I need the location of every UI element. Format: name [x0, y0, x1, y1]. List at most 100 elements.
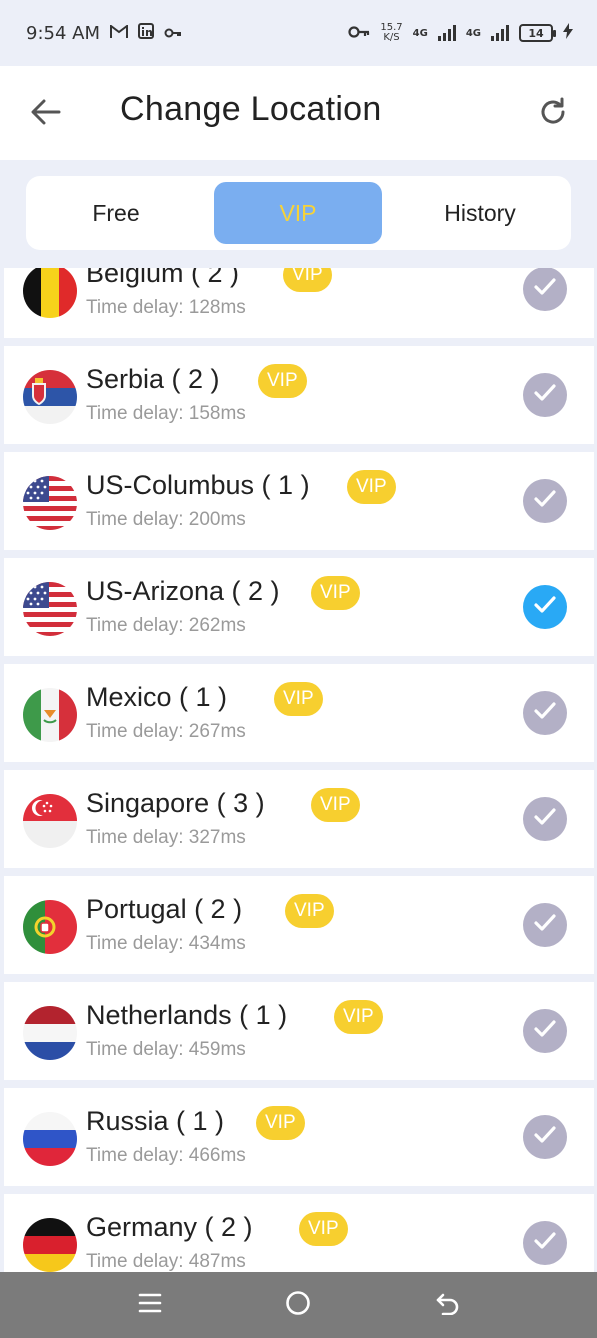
menu-icon — [138, 1291, 162, 1319]
system-back-button[interactable] — [428, 1288, 468, 1322]
server-row[interactable]: Russia ( 1 ) VIP Time delay: 466ms — [4, 1088, 594, 1186]
time-delay: Time delay: 262ms — [86, 615, 246, 636]
portugal-flag-icon — [23, 900, 77, 954]
app-header: Change Location — [0, 66, 597, 160]
netherlands-flag-icon — [23, 1006, 77, 1060]
refresh-button[interactable] — [531, 94, 575, 134]
checkmark-icon — [533, 1231, 557, 1255]
time-delay: Time delay: 200ms — [86, 509, 246, 530]
time-delay: Time delay: 459ms — [86, 1039, 246, 1060]
vip-badge: VIP — [274, 682, 323, 716]
time-delay: Time delay: 327ms — [86, 827, 246, 848]
back-button[interactable] — [24, 94, 68, 134]
time-delay: Time delay: 466ms — [86, 1145, 246, 1166]
server-row[interactable]: Portugal ( 2 ) VIP Time delay: 434ms — [4, 876, 594, 974]
network-speed: 15.7 K/S — [380, 23, 402, 43]
select-server-checkbox[interactable] — [523, 1115, 567, 1159]
refresh-icon — [538, 97, 568, 131]
tab-history[interactable]: History — [396, 182, 564, 244]
linkedin-icon — [138, 22, 154, 44]
checkmark-icon — [533, 277, 557, 301]
select-server-checkbox[interactable] — [523, 1221, 567, 1265]
checkmark-icon — [533, 807, 557, 831]
server-row[interactable]: Germany ( 2 ) VIP Time delay: 487ms — [4, 1194, 594, 1272]
recent-apps-button[interactable] — [130, 1288, 170, 1322]
checkmark-icon — [533, 1125, 557, 1149]
network-type-2: 4G — [465, 27, 481, 39]
vip-badge: VIP — [311, 576, 360, 610]
server-list[interactable]: Belgium ( 2 ) VIP Time delay: 128ms Serb… — [0, 268, 597, 1272]
tab-free[interactable]: Free — [32, 182, 200, 244]
vip-badge: VIP — [347, 470, 396, 504]
status-bar-right: 15.7 K/S 4G 4G 14 — [348, 22, 573, 44]
home-circle-icon — [285, 1290, 311, 1320]
select-server-checkbox[interactable] — [523, 691, 567, 735]
battery-level: 14 — [528, 26, 544, 40]
vip-badge: VIP — [334, 1000, 383, 1034]
server-row[interactable]: Mexico ( 1 ) VIP Time delay: 267ms — [4, 664, 594, 762]
mexico-flag-icon — [23, 688, 77, 742]
select-server-checkbox[interactable] — [523, 268, 567, 311]
network-type-1: 4G — [412, 27, 428, 39]
server-name: Serbia ( 2 ) — [86, 364, 220, 394]
select-server-checkbox[interactable] — [523, 903, 567, 947]
vip-badge: VIP — [283, 268, 332, 292]
checkmark-icon — [533, 383, 557, 407]
checkmark-icon — [533, 595, 557, 619]
select-server-checkbox[interactable] — [523, 1009, 567, 1053]
vip-badge: VIP — [258, 364, 307, 398]
battery-icon: 14 — [519, 24, 556, 42]
charging-icon — [563, 22, 573, 44]
status-bar: 9:54 AM 15.7 K/S 4G 4G 14 — [0, 0, 597, 66]
russia-flag-icon — [23, 1112, 77, 1166]
select-server-checkbox[interactable] — [523, 585, 567, 629]
server-name: US-Columbus ( 1 ) — [86, 470, 310, 500]
server-row[interactable]: Belgium ( 2 ) VIP Time delay: 128ms — [4, 268, 594, 338]
server-row[interactable]: Serbia ( 2 ) VIP Time delay: 158ms — [4, 346, 594, 444]
checkmark-icon — [533, 1019, 557, 1043]
server-name: Mexico ( 1 ) — [86, 682, 228, 712]
server-name: Singapore ( 3 ) — [86, 788, 265, 818]
server-row[interactable]: US-Arizona ( 2 ) VIP Time delay: 262ms — [4, 558, 594, 656]
germany-flag-icon — [23, 1218, 77, 1272]
select-server-checkbox[interactable] — [523, 373, 567, 417]
time-delay: Time delay: 128ms — [86, 297, 246, 318]
server-row[interactable]: Singapore ( 3 ) VIP Time delay: 327ms — [4, 770, 594, 868]
time-delay: Time delay: 434ms — [86, 933, 246, 954]
signal-icon — [491, 25, 509, 41]
gmail-icon — [110, 23, 128, 44]
clock: 9:54 AM — [26, 22, 100, 44]
select-server-checkbox[interactable] — [523, 797, 567, 841]
server-name: Germany ( 2 ) — [86, 1212, 253, 1242]
server-name: Belgium ( 2 ) — [86, 268, 240, 288]
page-title: Change Location — [120, 90, 382, 128]
network-speed-unit: K/S — [383, 32, 400, 43]
belgium-flag-icon — [23, 268, 77, 318]
server-tabs: Free VIP History — [26, 176, 571, 250]
checkmark-icon — [533, 913, 557, 937]
vip-badge: VIP — [311, 788, 360, 822]
tab-vip[interactable]: VIP — [214, 182, 382, 244]
home-button[interactable] — [278, 1288, 318, 1322]
server-name: Netherlands ( 1 ) — [86, 1000, 288, 1030]
time-delay: Time delay: 267ms — [86, 721, 246, 742]
checkmark-icon — [533, 489, 557, 513]
time-delay: Time delay: 158ms — [86, 403, 246, 424]
server-row[interactable]: US-Columbus ( 1 ) VIP Time delay: 200ms — [4, 452, 594, 550]
usa-flag-icon — [23, 582, 77, 636]
select-server-checkbox[interactable] — [523, 479, 567, 523]
back-gesture-icon — [435, 1291, 461, 1319]
server-row[interactable]: Netherlands ( 1 ) VIP Time delay: 459ms — [4, 982, 594, 1080]
server-name: US-Arizona ( 2 ) — [86, 576, 280, 606]
vpn-key-icon — [164, 23, 182, 44]
signal-icon — [437, 25, 456, 41]
singapore-flag-icon — [23, 794, 77, 848]
vpn-key-icon — [348, 23, 370, 44]
serbia-flag-icon — [23, 370, 77, 424]
server-name: Russia ( 1 ) — [86, 1106, 225, 1136]
time-delay: Time delay: 487ms — [86, 1251, 246, 1272]
status-bar-left: 9:54 AM — [26, 22, 182, 44]
vip-badge: VIP — [285, 894, 334, 928]
checkmark-icon — [533, 701, 557, 725]
arrow-left-icon — [31, 99, 61, 129]
